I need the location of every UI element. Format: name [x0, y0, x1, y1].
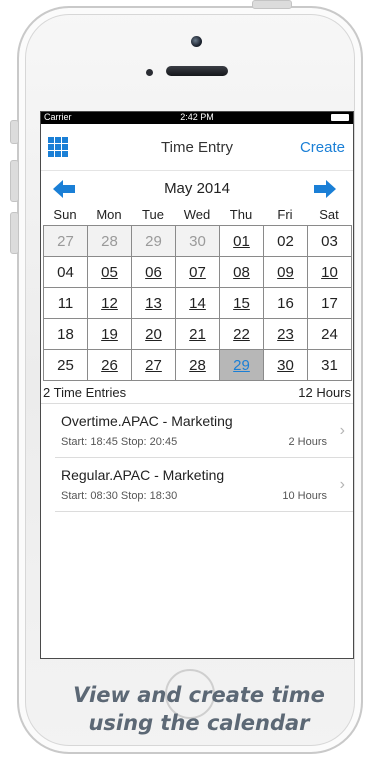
volume-up-button — [10, 160, 19, 202]
calendar-day[interactable]: 31 — [307, 349, 352, 381]
calendar-day[interactable]: 07 — [175, 256, 220, 288]
calendar-day[interactable]: 13 — [131, 287, 176, 319]
calendar-day[interactable]: 05 — [87, 256, 132, 288]
calendar-day[interactable]: 11 — [43, 287, 88, 319]
month-label: May 2014 — [164, 180, 230, 197]
list-item[interactable]: Regular.APAC - Marketing Start: 08:30 St… — [55, 458, 353, 512]
calendar-day[interactable]: 16 — [263, 287, 308, 319]
weekday-label: Mon — [96, 207, 122, 222]
power-button — [252, 0, 292, 9]
calendar-day[interactable]: 20 — [131, 318, 176, 350]
calendar-day[interactable]: 27 — [131, 349, 176, 381]
weekday-header: Sun Mon Tue Wed Thu Fri Sat — [41, 207, 353, 225]
app-screen: Carrier 2:42 PM Time Entry Create May 20… — [40, 111, 354, 659]
speaker-grill — [166, 66, 228, 76]
calendar-day[interactable]: 09 — [263, 256, 308, 288]
chevron-right-icon: › — [339, 422, 345, 439]
calendar-day[interactable]: 03 — [307, 225, 352, 257]
list-item[interactable]: Overtime.APAC - Marketing Start: 18:45 S… — [55, 404, 353, 458]
calendar-day[interactable]: 17 — [307, 287, 352, 319]
calendar-day[interactable]: 28 — [87, 225, 132, 257]
calendar-day[interactable]: 27 — [43, 225, 88, 257]
month-header: May 2014 — [41, 171, 353, 207]
weekday-label: Sat — [319, 207, 339, 222]
calendar-day[interactable]: 25 — [43, 349, 88, 381]
entry-hours: 2 Hours — [288, 436, 327, 448]
weekday-label: Fri — [277, 207, 293, 222]
entry-times: Start: 18:45 Stop: 20:45 — [61, 436, 178, 448]
entry-hours: 10 Hours — [282, 490, 327, 502]
calendar-day[interactable]: 21 — [175, 318, 220, 350]
calendar-day[interactable]: 15 — [219, 287, 264, 319]
arrow-right-icon[interactable] — [314, 180, 336, 198]
chevron-right-icon: › — [339, 476, 345, 493]
calendar-day[interactable]: 08 — [219, 256, 264, 288]
sensor-dot — [146, 69, 153, 76]
calendar-day[interactable]: 06 — [131, 256, 176, 288]
calendar-day[interactable]: 29 — [131, 225, 176, 257]
calendar-day[interactable]: 10 — [307, 256, 352, 288]
calendar-day[interactable]: 02 — [263, 225, 308, 257]
weekday-label: Wed — [183, 207, 211, 222]
volume-down-button — [10, 212, 19, 254]
entries-summary: 2 Time Entries 12 Hours — [41, 383, 353, 404]
calendar-day[interactable]: 12 — [87, 287, 132, 319]
caption-line-2: using the calendar — [88, 711, 310, 735]
calendar-day[interactable]: 30 — [263, 349, 308, 381]
create-button[interactable]: Create — [300, 139, 345, 156]
calendar-day[interactable]: 23 — [263, 318, 308, 350]
calendar-day[interactable]: 22 — [219, 318, 264, 350]
calendar-day[interactable]: 30 — [175, 225, 220, 257]
calendar-day[interactable]: 26 — [87, 349, 132, 381]
navigation-bar: Time Entry Create — [41, 124, 353, 171]
entry-title: Overtime.APAC - Marketing — [61, 413, 233, 429]
calendar-grid: 27 28 29 30 01 02 03 04 05 06 07 08 09 1… — [43, 225, 352, 381]
weekday-label: Sun — [53, 207, 77, 222]
status-time: 2:42 PM — [180, 112, 214, 122]
camera-icon — [191, 36, 202, 47]
entries-count: 2 Time Entries — [43, 385, 127, 400]
calendar-day[interactable]: 01 — [219, 225, 264, 257]
caption-line-1: View and create time — [73, 683, 325, 707]
total-hours: 12 Hours — [298, 385, 351, 400]
entry-times: Start: 08:30 Stop: 18:30 — [61, 490, 178, 502]
calendar-day[interactable]: 24 — [307, 318, 352, 350]
calendar-day[interactable]: 28 — [175, 349, 220, 381]
calendar-day[interactable]: 04 — [43, 256, 88, 288]
entry-title: Regular.APAC - Marketing — [61, 467, 225, 483]
weekday-label: Thu — [229, 207, 253, 222]
weekday-label: Tue — [142, 207, 164, 222]
calendar-day-selected[interactable]: 29 — [219, 349, 264, 381]
mute-switch — [10, 120, 19, 144]
status-bar: Carrier 2:42 PM — [41, 112, 353, 124]
calendar-day[interactable]: 14 — [175, 287, 220, 319]
calendar-day[interactable]: 19 — [87, 318, 132, 350]
battery-icon — [331, 114, 349, 121]
calendar-day[interactable]: 18 — [43, 318, 88, 350]
